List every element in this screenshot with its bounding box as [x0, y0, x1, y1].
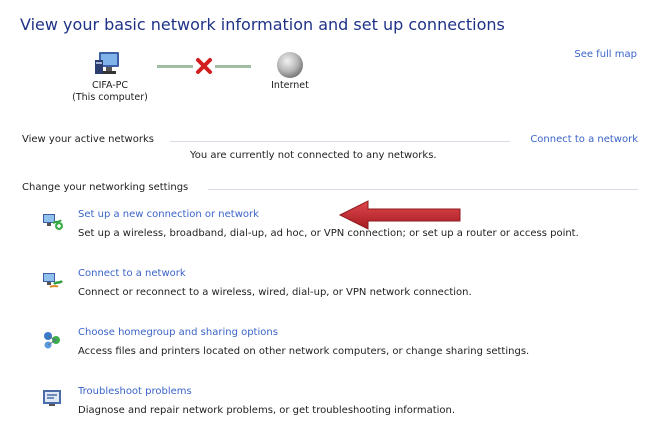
networking-settings-header: Change your networking settings — [22, 182, 189, 193]
homegroup-sharing-link[interactable]: Choose homegroup and sharing options — [78, 327, 278, 338]
task-description: Set up a wireless, broadband, dial-up, a… — [78, 228, 579, 239]
troubleshoot-icon — [43, 390, 61, 406]
task-description: Connect or reconnect to a wireless, wire… — [78, 287, 472, 298]
page-title: View your basic network information and … — [20, 15, 505, 34]
task-description: Diagnose and repair network problems, or… — [78, 405, 456, 416]
networking-settings-divider — [208, 189, 638, 190]
see-full-map-link[interactable]: See full map — [574, 49, 637, 60]
computer-name: CIFA-PC — [91, 80, 129, 91]
computer-node[interactable]: CIFA-PC (This computer) — [70, 50, 150, 104]
red-arrow-annotation — [338, 200, 461, 230]
red-x-icon[interactable] — [193, 55, 215, 77]
no-networks-message: You are currently not connected to any n… — [190, 150, 437, 161]
new-connection-icon — [43, 214, 63, 230]
task-homegroup[interactable]: Choose homegroup and sharing options Acc… — [40, 327, 640, 363]
connect-to-network-task-link[interactable]: Connect to a network — [78, 268, 186, 279]
set-up-new-connection-link[interactable]: Set up a new connection or network — [78, 209, 259, 220]
globe-icon — [277, 52, 303, 78]
connect-network-icon — [43, 273, 63, 288]
task-connect-network[interactable]: Connect to a network Connect or reconnec… — [40, 268, 640, 304]
troubleshoot-problems-link[interactable]: Troubleshoot problems — [78, 386, 192, 397]
homegroup-icon — [44, 332, 60, 349]
connect-to-network-link[interactable]: Connect to a network — [530, 134, 638, 145]
connection-line-left — [157, 65, 193, 68]
computer-icon — [95, 52, 119, 74]
connection-line-right — [215, 65, 251, 68]
task-description: Access files and printers located on oth… — [78, 346, 530, 357]
internet-node[interactable]: Internet — [255, 50, 325, 92]
task-troubleshoot[interactable]: Troubleshoot problems Diagnose and repai… — [40, 386, 640, 422]
active-networks-divider — [170, 141, 510, 142]
active-networks-header: View your active networks — [22, 134, 154, 145]
computer-subtitle: (This computer) — [72, 92, 148, 103]
internet-label: Internet — [271, 80, 309, 91]
